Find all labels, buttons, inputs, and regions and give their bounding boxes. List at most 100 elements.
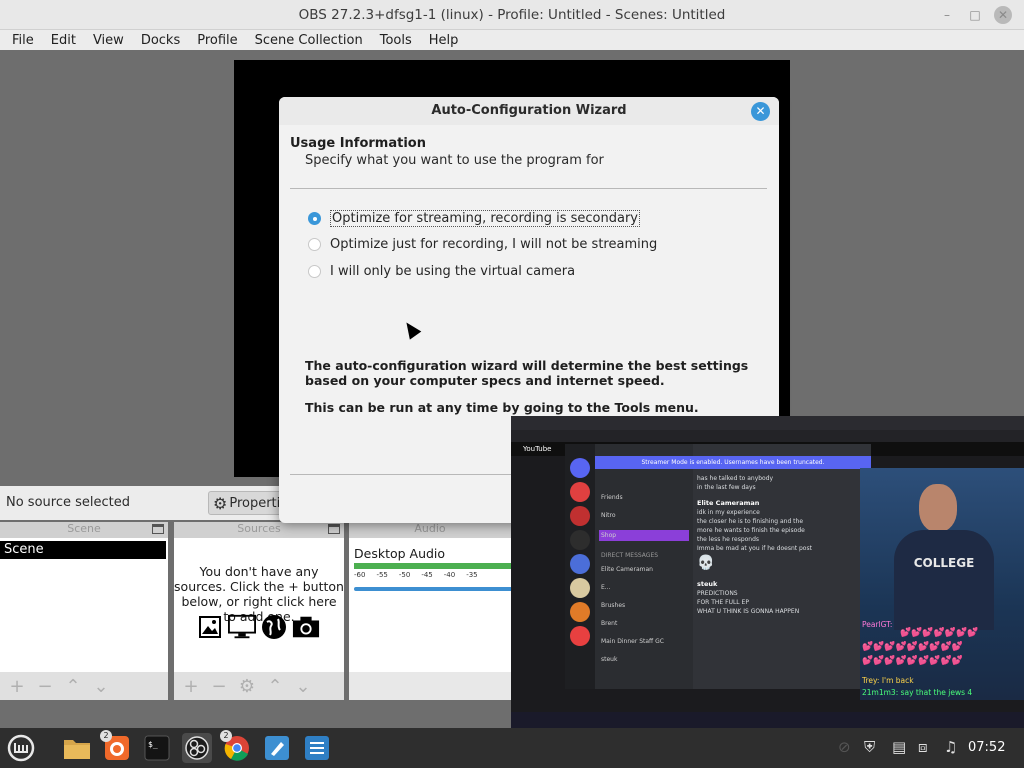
chrome-icon[interactable]: 2 — [220, 730, 252, 763]
dialog-title: Auto-Configuration Wizard — [279, 97, 779, 125]
add-source-button[interactable]: + — [180, 676, 202, 697]
taskbar: 2 $_ 2 ⊘ ⛨ ▤ ⧈ ♫ 07:52 — [0, 728, 1024, 768]
message-line: idk in my experience — [697, 509, 760, 516]
radio-button[interactable] — [308, 238, 321, 251]
radio-streaming-label[interactable]: Optimize for streaming, recording is sec… — [330, 210, 641, 227]
meter-scale: -60 -55 -50 -45 -40 -35 — [354, 571, 514, 579]
desktop-audio-label: Desktop Audio — [354, 546, 446, 561]
menu-scene-collection[interactable]: Scene Collection — [255, 33, 363, 48]
discord-window: Friends Nitro Shop DIRECT MESSAGES Elite… — [565, 444, 871, 689]
window-titlebar: OBS 27.2.3+dfsg1-1 (linux) - Profile: Un… — [0, 0, 1024, 30]
message-line: has he talked to anybody — [697, 475, 774, 482]
scenes-dock-title: Scene — [67, 522, 101, 535]
mixer-dock-title: Audio — [414, 522, 446, 535]
source-settings-button[interactable]: ⚙ — [236, 676, 258, 697]
move-down-button[interactable]: ⌄ — [292, 676, 314, 697]
maximize-button[interactable]: □ — [966, 6, 984, 24]
firefox-icon[interactable]: 2 — [100, 730, 132, 763]
mint-menu-icon[interactable] — [6, 733, 36, 763]
discord-server-icon — [570, 530, 590, 550]
shield-icon[interactable]: ⛨ — [864, 738, 875, 756]
dm-section: DIRECT MESSAGES — [601, 552, 659, 559]
minimize-button[interactable]: – — [938, 6, 956, 24]
sources-toolbar: + − ⚙ ⌃ ⌄ — [174, 672, 344, 700]
gear-icon: ⚙ — [213, 493, 228, 513]
dm-item: E... — [601, 584, 611, 591]
webcam-feed: COLLEGE PearlGT: 💕💕💕💕💕💕💕 💕💕💕💕💕💕💕💕💕 💕💕💕💕💕… — [860, 468, 1024, 700]
notes-app-icon[interactable] — [302, 733, 332, 763]
meter-tick: -40 — [443, 571, 456, 579]
scenes-list[interactable]: Scene — [0, 538, 168, 672]
radio-recording[interactable]: Optimize just for recording, I will not … — [308, 237, 657, 252]
move-down-button[interactable]: ⌄ — [90, 676, 112, 697]
menu-file[interactable]: File — [12, 33, 34, 48]
sources-dock-header: Sources — [174, 522, 344, 538]
float-dock-icon[interactable] — [152, 524, 164, 534]
meter-tick: -60 — [354, 571, 366, 579]
remove-scene-button[interactable]: − — [34, 676, 56, 697]
message-line: the closer he is to finishing and the — [697, 518, 804, 525]
blocked-icon[interactable]: ⊘ — [838, 738, 851, 756]
chat-line: PearlGT: — [862, 620, 893, 629]
dialog-close-button[interactable]: ✕ — [751, 102, 770, 121]
dm-item: Brushes — [601, 602, 626, 609]
obs-icon[interactable] — [182, 733, 212, 763]
move-up-button[interactable]: ⌃ — [62, 676, 84, 697]
scene-item[interactable]: Scene — [0, 541, 166, 559]
discord-server-icon — [570, 482, 590, 502]
dm-item: Elite Cameraman — [601, 566, 653, 573]
volume-slider[interactable] — [354, 587, 514, 591]
properties-button[interactable]: ⚙ Properti — [208, 491, 282, 515]
radio-recording-label[interactable]: Optimize just for recording, I will not … — [330, 237, 657, 252]
radio-virtual-camera-label[interactable]: I will only be using the virtual camera — [330, 264, 575, 279]
source-type-icons — [196, 614, 320, 640]
radio-virtual-camera[interactable]: I will only be using the virtual camera — [308, 264, 575, 279]
message-author: Elite Cameraman — [697, 499, 760, 507]
menu-profile[interactable]: Profile — [197, 33, 237, 48]
message-line: more he wants to finish the episode — [697, 527, 805, 534]
discord-server-icon — [570, 602, 590, 622]
streamer-figure: COLLEGE — [894, 478, 994, 630]
browser-tabs — [511, 416, 1024, 430]
music-icon[interactable]: ♫ — [944, 738, 957, 756]
text-editor-icon[interactable] — [262, 733, 292, 763]
close-window-button[interactable]: ✕ — [994, 6, 1012, 24]
chat-line: Trey: I'm back — [862, 676, 914, 685]
discord-messages: has he talked to anybody in the last few… — [697, 474, 867, 616]
divider — [290, 188, 767, 189]
mouse-cursor-icon — [400, 318, 422, 340]
browser-url-bar — [511, 430, 1024, 442]
menu-tools[interactable]: Tools — [380, 33, 412, 48]
radio-streaming[interactable]: Optimize for streaming, recording is sec… — [308, 210, 641, 227]
float-dock-icon[interactable] — [328, 524, 340, 534]
menu-view[interactable]: View — [93, 33, 124, 48]
remove-source-button[interactable]: − — [208, 676, 230, 697]
sources-list[interactable]: You don't have any sources. Click the + … — [174, 538, 344, 672]
usage-heading: Usage Information — [290, 136, 426, 151]
add-scene-button[interactable]: + — [6, 676, 28, 697]
heart-emotes-icon: 💕💕💕💕💕💕💕 — [900, 628, 979, 638]
display-icon — [228, 614, 256, 640]
firefox-window-count: 2 — [100, 730, 112, 742]
menu-help[interactable]: Help — [429, 33, 459, 48]
move-up-button[interactable]: ⌃ — [264, 676, 286, 697]
menu-edit[interactable]: Edit — [51, 33, 76, 48]
streamer-head — [919, 484, 957, 532]
dm-item: Friends — [601, 494, 623, 501]
stream-overlay-window[interactable]: YouTube Friends Nitro Shop DIRECT MESSAG… — [511, 416, 1024, 728]
meter-tick: -55 — [376, 571, 388, 579]
terminal-icon[interactable]: $_ — [142, 733, 172, 763]
clipboard-icon[interactable]: ▤ — [892, 738, 906, 756]
radio-button[interactable] — [308, 265, 321, 278]
sources-dock-title: Sources — [237, 522, 281, 535]
message-line: PREDICTIONS — [697, 590, 738, 597]
mixer-dock-header: Audio — [349, 522, 511, 538]
image-icon — [196, 614, 224, 640]
radio-button-selected[interactable] — [308, 212, 321, 225]
scenes-toolbar: + − ⌃ ⌄ — [0, 672, 168, 700]
menu-docks[interactable]: Docks — [141, 33, 180, 48]
network-icon[interactable]: ⧈ — [918, 738, 928, 756]
clock[interactable]: 07:52 — [968, 740, 1005, 755]
info-text-2: This can be run at any time by going to … — [305, 400, 699, 415]
files-folder-icon[interactable] — [62, 733, 92, 763]
